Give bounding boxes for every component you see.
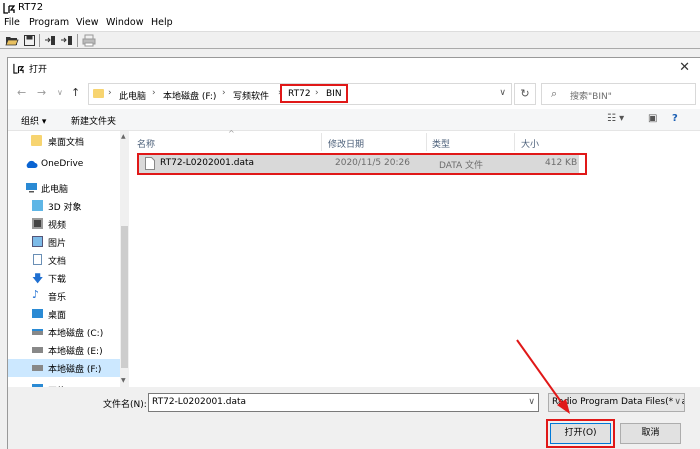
annotation-arrow (516, 339, 570, 414)
